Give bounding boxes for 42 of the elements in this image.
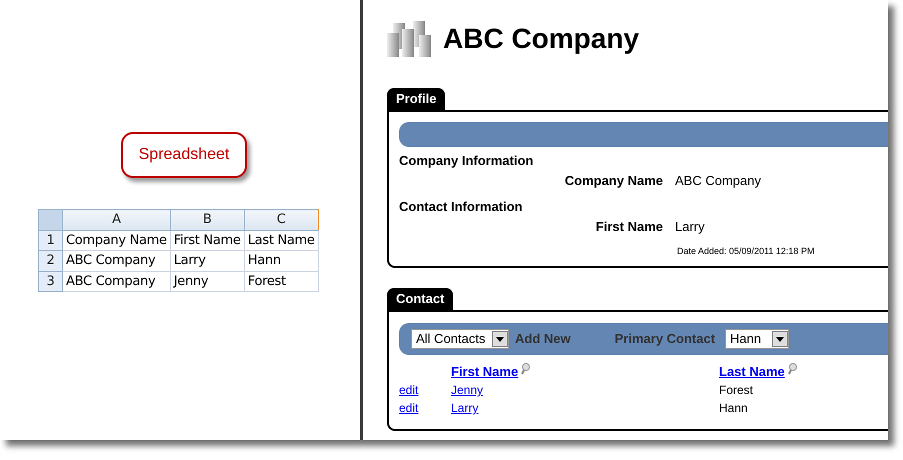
section-tab[interactable]: Profile — [387, 88, 446, 110]
caret-icon — [492, 331, 508, 347]
caret-icon — [772, 331, 788, 347]
field-value: ABC Company — [675, 172, 761, 190]
callout-label: Spreadsheet — [138, 145, 230, 165]
table-cell: ABC Company — [62, 250, 170, 271]
column-sort-link[interactable]: First Name — [451, 363, 518, 381]
name-link[interactable]: Jenny — [451, 383, 484, 397]
table-cell: First Name — [170, 230, 244, 250]
field-value: Larry — [675, 218, 705, 236]
corner-cell[interactable] — [38, 210, 62, 230]
primary-contact-dropdown[interactable]: Hann — [725, 329, 790, 349]
row-header[interactable]: 1 — [38, 230, 62, 250]
table-cell: Forest — [244, 271, 318, 292]
table-cell: Last Name — [244, 230, 318, 250]
table-cell: Hann — [719, 401, 748, 415]
table-cell: Larry — [170, 250, 244, 271]
column-header[interactable]: B — [170, 210, 244, 230]
table-cell: Jenny — [170, 271, 244, 292]
section-tab[interactable]: Contact — [387, 288, 454, 310]
table-cell: ABC Company — [62, 271, 170, 292]
field-label: First Name — [594, 218, 664, 236]
row-header[interactable]: 3 — [38, 271, 62, 292]
table-cell: Hann — [244, 250, 318, 271]
section-heading: Contact Information — [399, 198, 524, 214]
magnifier-icon[interactable] — [786, 363, 797, 375]
column-header[interactable]: C — [244, 210, 318, 230]
column-sort-link[interactable]: Last Name — [719, 363, 785, 381]
column-header[interactable]: A — [62, 210, 170, 230]
edit-link[interactable]: edit — [399, 383, 418, 397]
name-link[interactable]: Larry — [451, 401, 478, 415]
page-title: ABC Company — [443, 22, 640, 56]
table-cell: Company Name — [62, 230, 170, 250]
contacts-dropdown[interactable]: All Contacts — [411, 329, 509, 349]
date-added: Date Added: 05/09/2011 12:18 PM — [677, 245, 816, 258]
section-heading: Company Information — [399, 152, 534, 168]
field-label: Company Name — [564, 172, 664, 190]
edit-link[interactable]: edit — [399, 401, 418, 415]
primary-contact-label: Primary Contact — [614, 330, 716, 348]
magnifier-icon[interactable] — [520, 363, 530, 375]
row-header[interactable]: 2 — [38, 250, 62, 271]
table-cell: Forest — [719, 383, 754, 397]
